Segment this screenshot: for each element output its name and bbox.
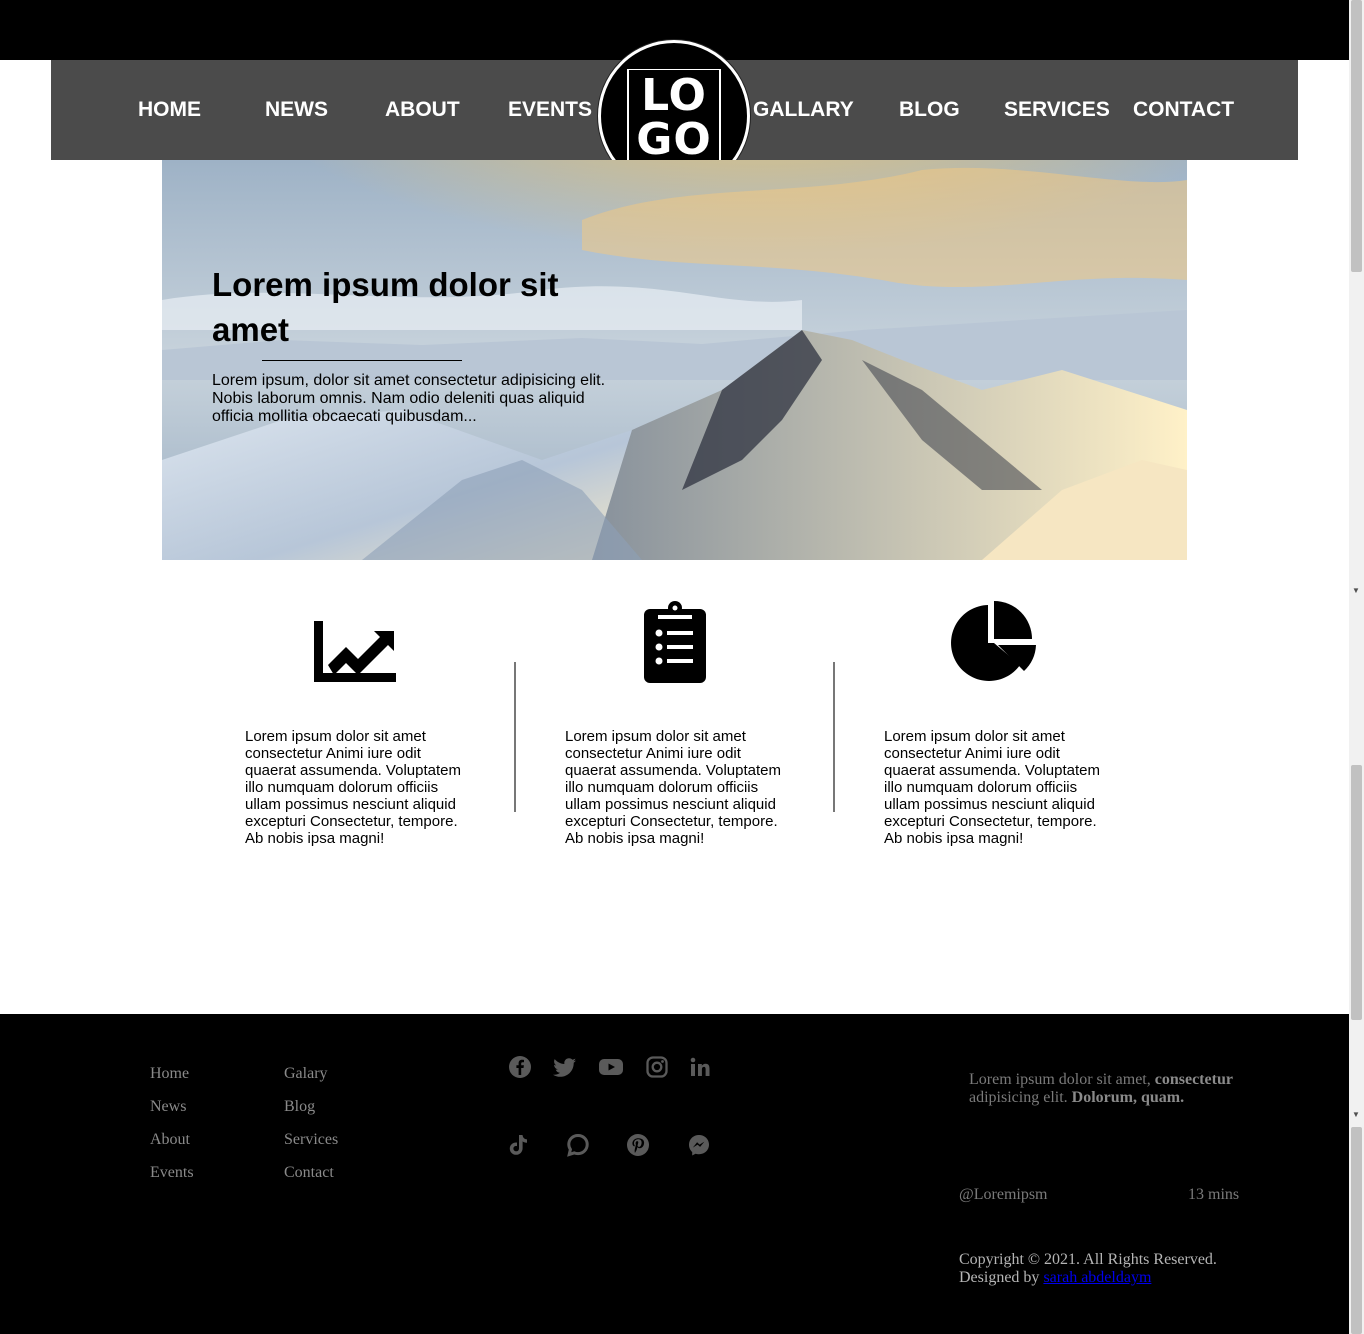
logo-text-line2: GO [636, 114, 712, 165]
page-scrollbar[interactable]: ▼ ▼ [1349, 0, 1364, 1334]
feature-text-3: Lorem ipsum dolor sit amet consectetur A… [884, 728, 1100, 847]
footer-about-bold2: Dolorum, quam. [1071, 1089, 1185, 1106]
footer-about-part2: adipisicing elit. [969, 1089, 1072, 1106]
footer-copyright: Copyright © 2021. All Rights Reserved. D… [959, 1251, 1259, 1287]
footer-link-contact[interactable]: Contact [284, 1164, 334, 1182]
chart-line-icon [314, 621, 396, 682]
footer-link-news[interactable]: News [150, 1098, 186, 1116]
footer-about-bold1: consectetur [1154, 1071, 1233, 1088]
scrollbar-thumb-middle[interactable] [1351, 765, 1362, 1020]
designer-link[interactable]: sarah abdeldaym [1043, 1269, 1151, 1286]
designed-by-label: Designed by [959, 1269, 1044, 1286]
hero-text: Lorem ipsum, dolor sit amet consectetur … [212, 372, 606, 425]
scrollbar-thumb-lower[interactable] [1351, 1127, 1362, 1334]
hero-title: Lorem ipsum dolor sit amet [212, 266, 559, 348]
chat-icon[interactable] [566, 1133, 590, 1157]
footer-link-about[interactable]: About [150, 1131, 190, 1149]
nav-blog[interactable]: BLOG [899, 98, 960, 122]
messenger-icon[interactable] [687, 1133, 711, 1157]
linkedin-icon[interactable] [688, 1055, 712, 1079]
scroll-down-arrow-upper[interactable]: ▼ [1352, 587, 1360, 595]
nav-gallary[interactable]: GALLARY [753, 98, 854, 122]
hero-banner: Lorem ipsum dolor sit amet Lorem ipsum, … [162, 160, 1187, 560]
nav-news[interactable]: NEWS [265, 98, 328, 122]
nav-home[interactable]: HOME [138, 98, 201, 122]
hero-divider [262, 360, 462, 361]
footer-about-text: Lorem ipsum dolor sit amet, consectetur … [969, 1071, 1249, 1107]
feature-text-2: Lorem ipsum dolor sit amet consectetur A… [565, 728, 781, 847]
footer-time: 13 mins [1188, 1186, 1240, 1203]
footer-about-part1: Lorem ipsum dolor sit amet, [969, 1071, 1155, 1088]
logo-text-line1: LO [641, 70, 707, 121]
clipboard-list-icon [644, 601, 706, 683]
logo-frame: LO GO [627, 69, 721, 163]
copyright-text: Copyright © 2021. All Rights Reserved. [959, 1251, 1217, 1268]
chart-pie-icon [951, 601, 1036, 681]
nav-contact[interactable]: CONTACT [1133, 98, 1234, 122]
nav-services[interactable]: SERVICES [1004, 98, 1110, 122]
footer: Home News About Events Galary Blog Servi… [0, 1014, 1349, 1334]
instagram-icon[interactable] [645, 1055, 669, 1079]
nav-events[interactable]: EVENTS [508, 98, 592, 122]
footer-link-galary[interactable]: Galary [284, 1065, 328, 1083]
pinterest-icon[interactable] [626, 1133, 650, 1157]
footer-link-events[interactable]: Events [150, 1164, 194, 1182]
facebook-icon[interactable] [508, 1055, 532, 1079]
tiktok-icon[interactable] [506, 1133, 530, 1157]
feature-text-1: Lorem ipsum dolor sit amet consectetur A… [245, 728, 461, 847]
nav-about[interactable]: ABOUT [385, 98, 460, 122]
scrollbar-thumb-upper[interactable] [1351, 0, 1362, 272]
youtube-icon[interactable] [599, 1055, 623, 1079]
footer-link-home[interactable]: Home [150, 1065, 189, 1083]
feature-divider-1 [514, 662, 516, 812]
twitter-icon[interactable] [553, 1055, 577, 1079]
feature-divider-2 [833, 662, 835, 812]
designed-by-line: Designed by sarah abdeldaym [959, 1269, 1259, 1287]
footer-link-services[interactable]: Services [284, 1131, 338, 1149]
footer-handle: @Loremipsm [959, 1186, 1048, 1203]
footer-link-blog[interactable]: Blog [284, 1098, 315, 1116]
scroll-down-arrow-lower[interactable]: ▼ [1352, 1111, 1360, 1119]
